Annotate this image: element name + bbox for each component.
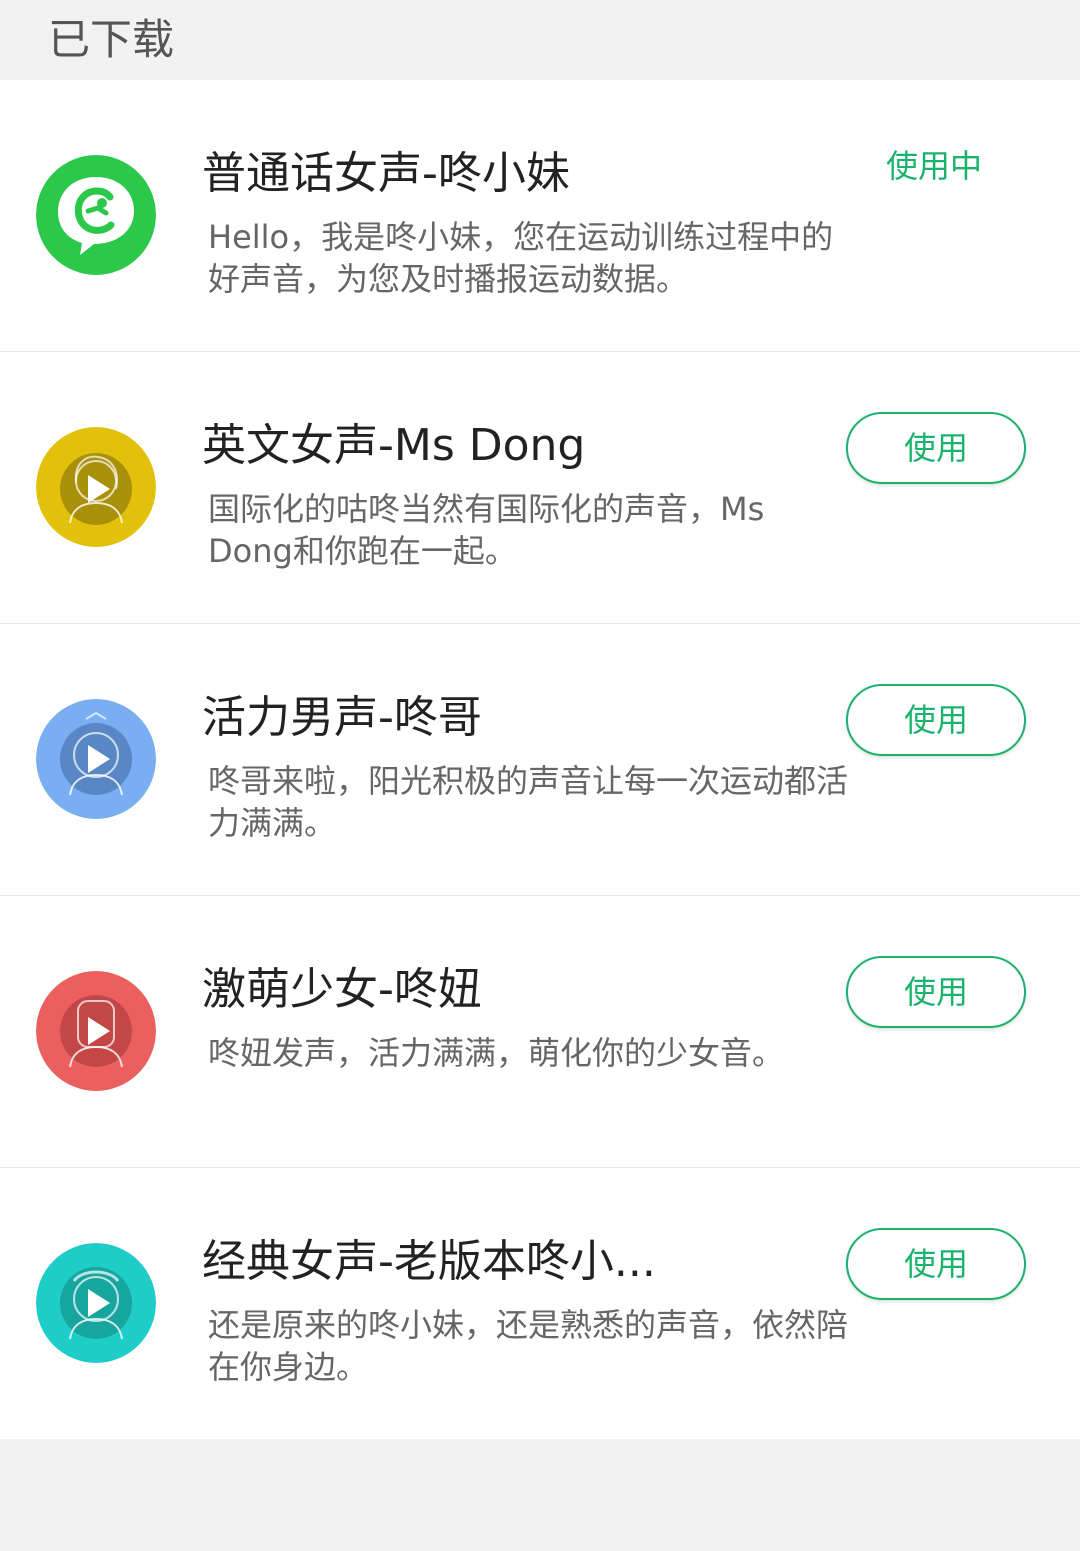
- item-description: 咚妞发声，活力满满，萌化你的少女音。: [208, 1034, 785, 1072]
- item-title: 激萌少女-咚妞: [202, 964, 482, 1015]
- item-description: 咚哥来啦，阳光积极的声音让每一次运动都活力满满。: [208, 762, 849, 842]
- voice-item[interactable]: 普通话女声-咚小妹 Hello，我是咚小妹，您在运动训练过程中的好声音，为您及时…: [0, 80, 1080, 352]
- item-description: 国际化的咕咚当然有国际化的声音，Ms Dong和你跑在一起。: [208, 490, 765, 570]
- item-title: 普通话女声-咚小妹: [202, 148, 570, 199]
- section-header: 已下载: [0, 0, 1080, 80]
- item-title: 经典女声-老版本咚小...: [202, 1236, 656, 1287]
- voice-avatar[interactable]: [36, 971, 156, 1091]
- use-button[interactable]: 使用: [846, 956, 1026, 1028]
- voice-list: 普通话女声-咚小妹 Hello，我是咚小妹，您在运动训练过程中的好声音，为您及时…: [0, 80, 1080, 1439]
- item-description: 还是原来的咚小妹，还是熟悉的声音，依然陪在你身边。: [208, 1306, 849, 1386]
- voice-item[interactable]: 激萌少女-咚妞 咚妞发声，活力满满，萌化你的少女音。 使用: [0, 896, 1080, 1168]
- voice-item[interactable]: 经典女声-老版本咚小... 还是原来的咚小妹，还是熟悉的声音，依然陪在你身边。 …: [0, 1168, 1080, 1439]
- item-title: 英文女声-Ms Dong: [202, 420, 586, 471]
- use-button[interactable]: 使用: [846, 684, 1026, 756]
- in-use-status: 使用中: [886, 147, 983, 185]
- codoon-logo-icon: [36, 155, 156, 275]
- item-description: Hello，我是咚小妹，您在运动训练过程中的好声音，为您及时播报运动数据。: [208, 218, 834, 298]
- voice-avatar[interactable]: [36, 699, 156, 819]
- voice-avatar[interactable]: [36, 427, 156, 547]
- use-button[interactable]: 使用: [846, 412, 1026, 484]
- section-title: 已下载: [48, 15, 175, 64]
- voice-item[interactable]: 活力男声-咚哥 咚哥来啦，阳光积极的声音让每一次运动都活力满满。 使用: [0, 624, 1080, 896]
- voice-avatar[interactable]: [36, 1243, 156, 1363]
- use-button[interactable]: 使用: [846, 1228, 1026, 1300]
- voice-item[interactable]: 英文女声-Ms Dong 国际化的咕咚当然有国际化的声音，Ms Dong和你跑在…: [0, 352, 1080, 624]
- item-title: 活力男声-咚哥: [202, 692, 482, 743]
